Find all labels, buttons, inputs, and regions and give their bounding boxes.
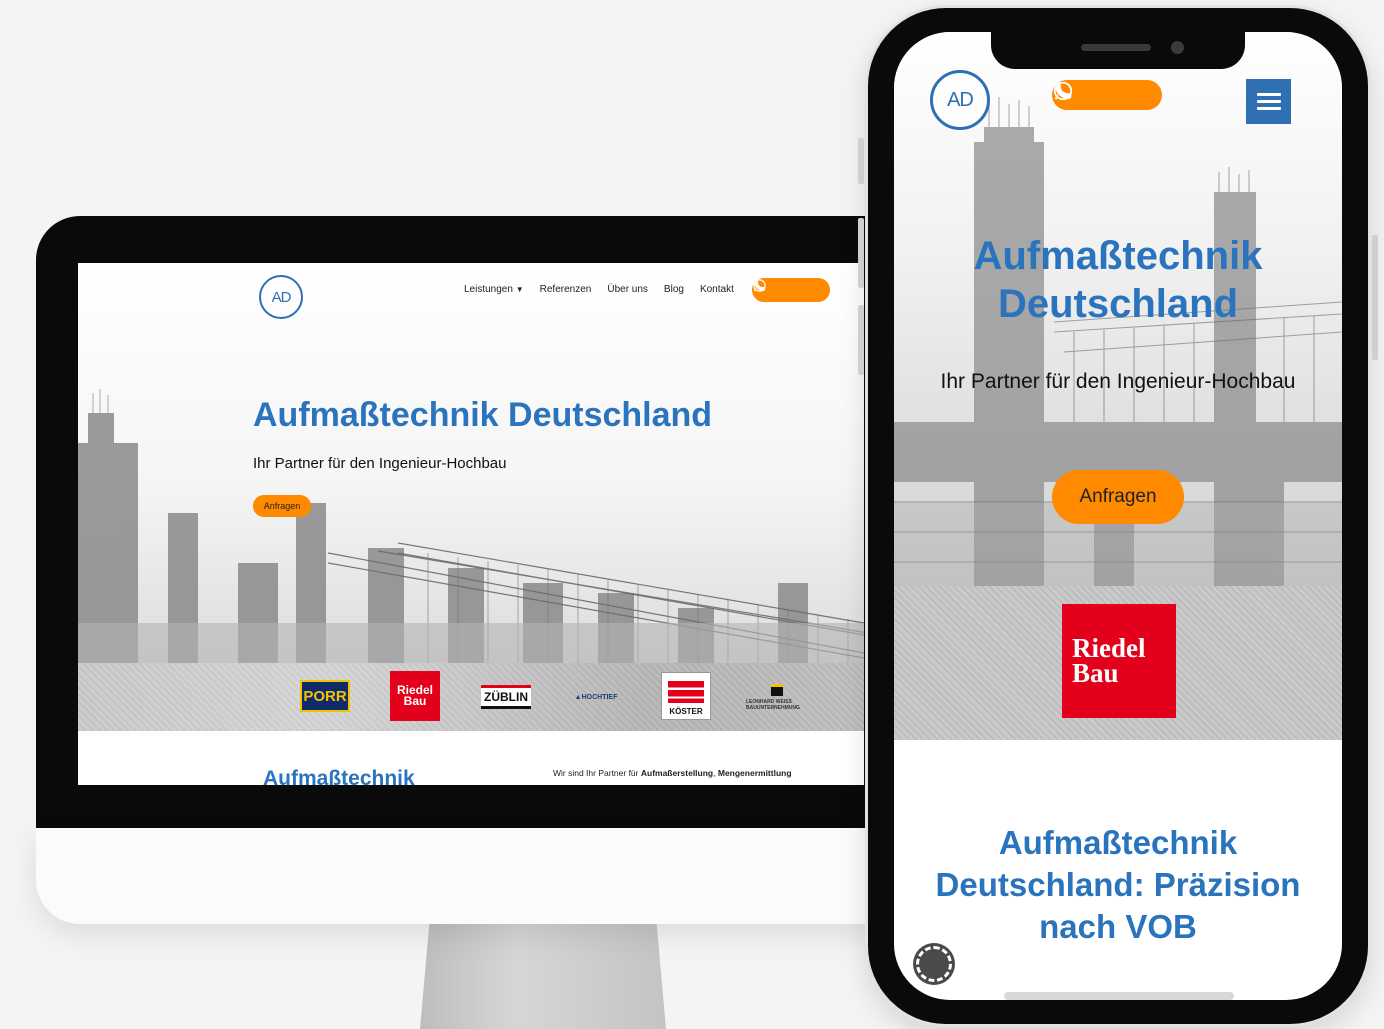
monitor-stand <box>420 918 666 1029</box>
anfragen-button[interactable]: Anfragen <box>253 495 311 517</box>
hero-title: Aufmaßtechnik Deutschland <box>253 396 713 434</box>
section-intro-text: Wir sind Ihr Partner für Aufmaßerstellun… <box>553 768 792 778</box>
porr-logo: PORR <box>300 680 350 712</box>
section-text-prefix: Wir sind Ihr Partner für <box>553 768 641 778</box>
hamburger-menu-icon[interactable] <box>1246 79 1291 124</box>
hochtief-label: HOCHTIEF <box>581 693 618 701</box>
nav-item-label: Leistungen <box>464 284 513 295</box>
contact-buttons <box>752 278 830 302</box>
section-text-bold-1: Aufmaßerstellung <box>640 768 714 778</box>
partner-logos-strip: Riedel Bau <box>894 586 1342 740</box>
leonhard-weiss-label: LEONHARD WEISS BAUUNTERNEHMUNG <box>746 698 800 711</box>
desktop-hero: AD Leistungen ▼ Referenzen Über uns Blog… <box>78 263 864 663</box>
site-logo[interactable]: AD <box>259 275 303 319</box>
nav-item-referenzen[interactable]: Referenzen <box>540 284 592 295</box>
koster-label: KÖSTER <box>669 707 703 716</box>
nav-item-blog[interactable]: Blog <box>664 284 684 295</box>
hero-title: Aufmaßtechnik Deutschland <box>973 234 1263 326</box>
riedel-bau-logo: Riedel Bau <box>390 671 440 721</box>
main-nav: Leistungen ▼ Referenzen Über uns Blog Ko… <box>464 284 734 295</box>
riedel-bau-logo: Riedel Bau <box>1062 604 1176 718</box>
speaker-grille <box>1081 44 1151 51</box>
logo-text: AD <box>271 288 292 306</box>
section-text-bold-2: Mengenermittlung <box>717 768 792 778</box>
logo-text: AD <box>947 88 974 111</box>
leonhard-weiss-logo: LEONHARD WEISS BAUUNTERNEHMUNG <box>746 677 808 717</box>
phone-side-button <box>858 138 864 184</box>
partner-logos-strip: PORR Riedel Bau ZÜBLIN ▲ HOCHTIEF KÖSTER … <box>78 663 864 731</box>
hero-subtitle: Ihr Partner für den Ingenieur-Hochbau <box>940 370 1296 393</box>
phone-notch <box>991 32 1245 69</box>
contact-buttons <box>1052 80 1162 110</box>
nav-item-kontakt[interactable]: Kontakt <box>700 284 734 295</box>
zublin-logo: ZÜBLIN <box>481 685 531 709</box>
desktop-website-screen: AD Leistungen ▼ Referenzen Über uns Blog… <box>78 263 864 785</box>
phone-side-button <box>1372 235 1378 360</box>
site-logo[interactable]: AD <box>930 70 990 130</box>
nav-item-leistungen[interactable]: Leistungen ▼ <box>464 284 524 295</box>
cut-off-text-line <box>1004 992 1234 1000</box>
phone-side-button <box>858 218 864 288</box>
front-camera <box>1171 41 1184 54</box>
section-title: Aufmaßtechnik <box>263 767 415 785</box>
phone-side-button <box>858 305 864 375</box>
nav-item-ueber-uns[interactable]: Über uns <box>607 284 648 295</box>
hochtief-logo: ▲ HOCHTIEF <box>574 693 618 701</box>
cookie-settings-gear-icon[interactable] <box>916 946 952 982</box>
mobile-website-screen: AD Aufmaßtechnik Deutschland Ihr Partner… <box>894 32 1342 1000</box>
chevron-down-icon: ▼ <box>515 285 524 294</box>
koster-logo: KÖSTER <box>661 672 711 720</box>
hero-subtitle: Ihr Partner für den Ingenieur-Hochbau <box>253 455 507 472</box>
section-title: Aufmaßtechnik Deutschland: Präzision nac… <box>935 824 1301 945</box>
monitor-chin <box>36 828 936 924</box>
mobile-hero: AD Aufmaßtechnik Deutschland Ihr Partner… <box>894 32 1342 586</box>
anfragen-button[interactable]: Anfragen <box>1052 470 1184 524</box>
